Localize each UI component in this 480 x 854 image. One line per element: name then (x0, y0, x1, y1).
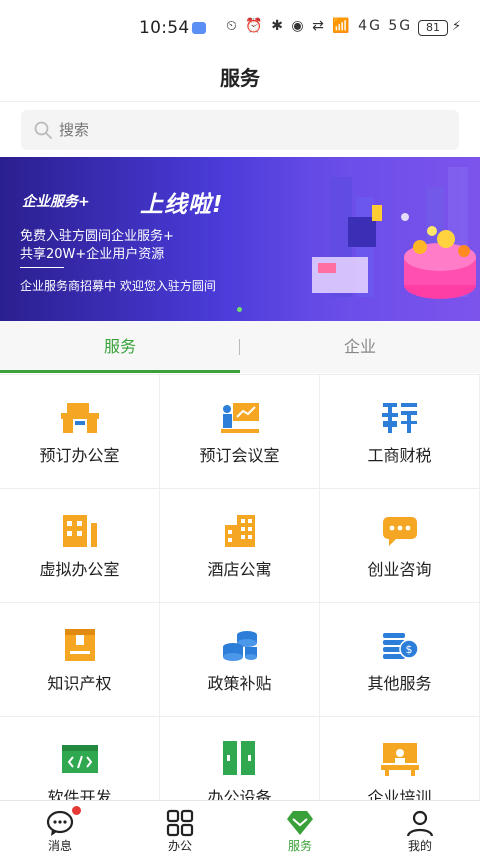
hotel-icon (225, 515, 255, 547)
service-label: 工商财税 (367, 446, 432, 465)
search-input[interactable] (59, 110, 439, 150)
service-diamond-icon (287, 811, 313, 835)
tax-icon (382, 403, 417, 433)
nav-label: 消息 (47, 839, 72, 853)
training-icon (381, 743, 419, 776)
profile-icon (406, 810, 434, 837)
app-notification-icon (192, 22, 206, 34)
service-enterprise-training[interactable]: 企业培训 (320, 717, 479, 800)
page-title: 服务 (220, 66, 260, 90)
code-window-icon (62, 745, 98, 773)
service-tax[interactable]: 工商财税 (320, 375, 479, 488)
svg-text:$: $ (406, 643, 413, 656)
charging-icon: ⚡ (452, 19, 462, 34)
bottom-navigation: 消息 办公 服务 我的 (0, 800, 480, 854)
battery-icon: 81 (418, 20, 448, 36)
service-grid: 预订办公室 预订会议室 工商财税 虚拟办公室 酒店公寓 创业咨询 知识产权 政策… (0, 374, 480, 800)
tab-services[interactable]: 服务 (0, 321, 240, 373)
carousel-indicator[interactable] (237, 307, 242, 312)
grid-icon (166, 809, 194, 837)
service-software-dev[interactable]: 软件开发 (0, 717, 159, 800)
banner-line-1: 免费入驻方圆间企业服务+ (20, 229, 174, 244)
service-office-equipment[interactable]: 办公设备 (160, 717, 319, 800)
service-hotel[interactable]: 酒店公寓 (160, 489, 319, 602)
header-divider (0, 101, 480, 102)
service-label: 虚拟办公室 (39, 560, 120, 579)
service-book-office[interactable]: 预订办公室 (0, 375, 159, 488)
office-desk-icon (61, 403, 99, 433)
search-bar[interactable] (21, 110, 459, 150)
banner-line-2: 共享20W+企业用户资源 (20, 247, 165, 262)
nav-label: 服务 (287, 839, 312, 853)
banner-line-3: 企业服务商招募中 欢迎您入驻方圆间 (20, 279, 216, 293)
banner-subtitle: 企业服务+ (22, 194, 90, 210)
active-tab-indicator (0, 370, 240, 373)
service-label: 软件开发 (47, 788, 112, 800)
search-icon (34, 121, 52, 139)
coins-icon (223, 631, 257, 661)
banner-headline: 上线啦! (140, 192, 224, 218)
ip-book-icon (65, 629, 95, 661)
service-label: 预订办公室 (39, 446, 120, 465)
nav-label: 办公 (167, 839, 192, 853)
service-virtual-office[interactable]: 虚拟办公室 (0, 489, 159, 602)
service-label: 企业培训 (367, 788, 432, 800)
nav-office[interactable]: 办公 (120, 801, 240, 854)
chat-bubble-icon (383, 517, 417, 546)
nav-messages[interactable]: 消息 (0, 801, 120, 854)
service-label: 创业咨询 (367, 560, 432, 579)
service-policy-subsidy[interactable]: 政策补贴 (160, 603, 319, 716)
service-book-meeting-room[interactable]: 预订会议室 (160, 375, 319, 488)
service-label: 其他服务 (367, 674, 432, 693)
virtual-office-icon (63, 515, 97, 547)
service-label: 办公设备 (207, 788, 272, 800)
nav-services[interactable]: 服务 (240, 801, 360, 854)
status-time: 10:54 (139, 18, 190, 38)
service-label: 政策补贴 (207, 674, 272, 693)
unread-badge (72, 806, 81, 815)
page-header: 服务 (0, 58, 480, 102)
promo-banner[interactable]: 企业服务+ 上线啦! 免费入驻方圆间企业服务+ 共享20W+企业用户资源 企业服… (0, 157, 480, 321)
service-startup-consulting[interactable]: 创业咨询 (320, 489, 479, 602)
status-icons: ⏲ ⏰ ✱ ◉ ⇄ 📶 4G 5G (226, 18, 413, 34)
message-icon (46, 810, 74, 836)
tab-bar: 服务 企业 (0, 321, 480, 373)
nav-profile[interactable]: 我的 (360, 801, 480, 854)
banner-illustration (312, 167, 476, 299)
banner-rule (20, 267, 64, 268)
service-label: 知识产权 (47, 674, 112, 693)
nav-label: 我的 (407, 839, 432, 853)
service-label: 预订会议室 (199, 446, 280, 465)
meeting-room-icon (221, 403, 259, 433)
service-label: 酒店公寓 (207, 560, 272, 579)
tab-enterprise[interactable]: 企业 (240, 321, 480, 373)
service-intellectual-property[interactable]: 知识产权 (0, 603, 159, 716)
status-bar: 10:54 ⏲ ⏰ ✱ ◉ ⇄ 📶 4G 5G 81 ⚡ (0, 0, 480, 58)
service-other[interactable]: $ 其他服务 (320, 603, 479, 716)
money-stack-icon: $ (383, 633, 419, 659)
cabinet-icon (223, 741, 255, 775)
